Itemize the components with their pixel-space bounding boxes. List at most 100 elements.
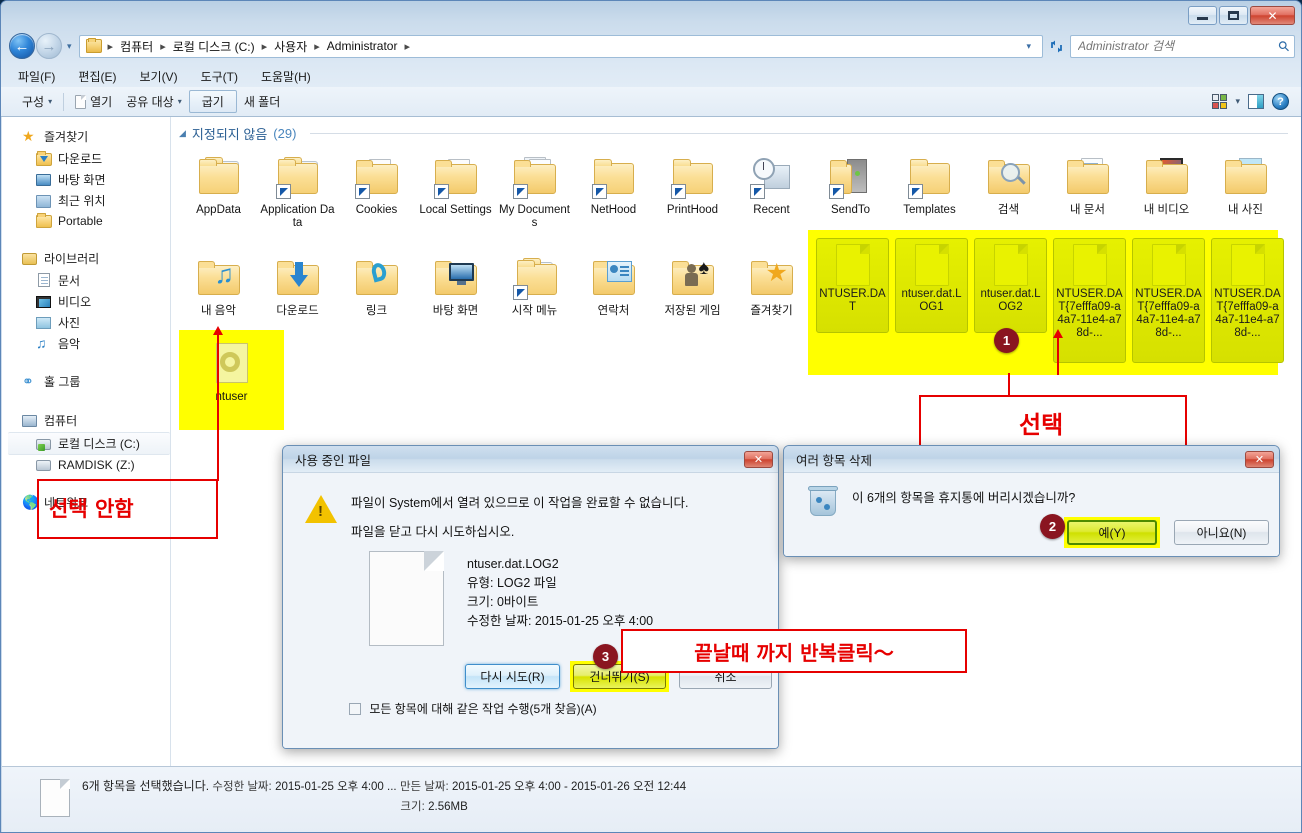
- forward-button[interactable]: →: [36, 33, 62, 59]
- breadcrumb-item-computer[interactable]: 컴퓨터: [117, 37, 156, 56]
- collapse-triangle-icon[interactable]: ◢: [179, 128, 186, 139]
- refresh-icon[interactable]: [1045, 35, 1067, 57]
- my-music-icon: ♫: [195, 254, 243, 302]
- sidebar-item-downloads[interactable]: 다운로드: [2, 148, 170, 169]
- breadcrumb-separator: ▸: [107, 40, 114, 53]
- sidebar-item-favorites[interactable]: ★ 즐겨찾기: [2, 125, 170, 148]
- menu-item-file[interactable]: 파일(F): [15, 66, 58, 87]
- breadcrumb-item-administrator[interactable]: Administrator: [324, 38, 401, 54]
- back-button[interactable]: ←: [9, 33, 35, 59]
- sidebar-item-computer[interactable]: 컴퓨터: [2, 409, 170, 432]
- file-item-favorites[interactable]: ★ 즐겨찾기: [732, 248, 811, 318]
- sidebar-label: 바탕 화면: [58, 173, 106, 187]
- breadcrumb[interactable]: ▸ 컴퓨터 ▸ 로컬 디스크 (C:) ▸ 사용자 ▸ Administrato…: [78, 34, 1043, 58]
- menu-item-tools[interactable]: 도구(T): [198, 66, 241, 87]
- sidebar-item-music[interactable]: ♫ 음악: [2, 333, 170, 354]
- file-item-my-videos-kr[interactable]: 내 비디오: [1127, 147, 1206, 230]
- menu-item-view[interactable]: 보기(V): [136, 66, 180, 87]
- no-button[interactable]: 아니요(N): [1174, 520, 1269, 545]
- file-item-desktop-folder[interactable]: 바탕 화면: [416, 248, 495, 318]
- maximize-button[interactable]: [1219, 6, 1248, 25]
- file-item-cookies[interactable]: Cookies: [337, 147, 416, 230]
- new-folder-button[interactable]: 새 폴더: [237, 90, 287, 113]
- file-item-my-pictures-kr[interactable]: 내 사진: [1206, 147, 1285, 230]
- sidebar-item-recent-places[interactable]: 최근 위치: [2, 190, 170, 211]
- sidebar-item-videos[interactable]: 비디오: [2, 291, 170, 312]
- close-icon[interactable]: ✕: [744, 450, 773, 468]
- file-item-ntuser-dat-guid-3[interactable]: NTUSER.DAT{7efffa09-a4a7-11e4-a78d-...: [1211, 238, 1284, 363]
- dialog-message-line-1: 파일이 System에서 열려 있으므로 이 작업을 완료할 수 없습니다.: [351, 496, 689, 510]
- change-view-icon[interactable]: [1212, 94, 1228, 109]
- breadcrumb-item-local-disk[interactable]: 로컬 디스크 (C:): [170, 37, 258, 56]
- status-text: 6개 항목을 선택했습니다. 수정한 날짜: 2015-01-25 오후 4:0…: [82, 777, 686, 817]
- close-button[interactable]: ✕: [1250, 6, 1295, 25]
- sidebar-item-documents[interactable]: 문서: [2, 270, 170, 291]
- file-item-my-documents-kr[interactable]: 내 문서: [1048, 147, 1127, 230]
- file-item-local-settings[interactable]: Local Settings: [416, 147, 495, 230]
- file-item-saved-games[interactable]: ♠ 저장된 게임: [653, 248, 732, 318]
- chevron-down-icon[interactable]: ▾: [1022, 41, 1039, 52]
- retry-button[interactable]: 다시 시도(R): [465, 664, 560, 689]
- navigation-pane[interactable]: ★ 즐겨찾기 다운로드 바탕 화면 최근 위치 Portable 라이브러리 문…: [2, 117, 171, 766]
- file-item-appdata[interactable]: AppData: [179, 147, 258, 230]
- menu-item-help[interactable]: 도움말(H): [258, 66, 314, 87]
- menu-item-edit[interactable]: 편집(E): [75, 66, 119, 87]
- recent-locations-dropdown[interactable]: ▾: [67, 41, 72, 52]
- file-label: 링크: [365, 305, 388, 317]
- file-item-nethood[interactable]: NetHood: [574, 147, 653, 230]
- minimize-button[interactable]: [1188, 6, 1217, 25]
- file-item-ntuser-dat-guid-2[interactable]: NTUSER.DAT{7efffa09-a4a7-11e4-a78d-...: [1132, 238, 1205, 363]
- organize-button[interactable]: 구성 ▾: [15, 90, 59, 113]
- file-item-downloads[interactable]: 다운로드: [258, 248, 337, 318]
- share-with-button[interactable]: 공유 대상 ▾: [119, 90, 189, 113]
- dialog-file-in-use[interactable]: 사용 중인 파일 ✕ 파일이 System에서 열려 있으므로 이 작업을 완료…: [282, 445, 779, 749]
- apply-to-all-checkbox[interactable]: [349, 703, 361, 715]
- sidebar-label: 비디오: [58, 295, 92, 309]
- annotation-arrow-ntuser-vert: [217, 441, 219, 481]
- computer-icon: [22, 413, 38, 429]
- search-input[interactable]: [1076, 38, 1279, 54]
- file-item-start-menu[interactable]: 시작 메뉴: [495, 248, 574, 318]
- apply-to-all-row[interactable]: 모든 항목에 대해 같은 작업 수행(5개 찾음)(A): [349, 700, 597, 717]
- file-item-ntuser-dat-log1[interactable]: ntuser.dat.LOG1: [895, 238, 968, 333]
- sidebar-item-ramdisk-z[interactable]: RAMDISK (Z:): [2, 455, 170, 475]
- file-item-application-data[interactable]: Application Data: [258, 147, 337, 230]
- file-item-contacts[interactable]: 연락처: [574, 248, 653, 318]
- sidebar-label: RAMDISK (Z:): [58, 458, 135, 472]
- file-item-ntuser-dat-guid-1[interactable]: NTUSER.DAT{7efffa09-a4a7-11e4-a78d-...: [1053, 238, 1126, 363]
- sidebar-item-local-disk-c[interactable]: 로컬 디스크 (C:): [8, 432, 170, 455]
- saved-games-folder-icon: ♠: [669, 254, 717, 302]
- burn-button[interactable]: 굽기: [188, 90, 237, 113]
- close-icon[interactable]: ✕: [1245, 450, 1274, 468]
- search-box[interactable]: ⚲: [1070, 34, 1295, 58]
- annotation-arrow-1-shaft: [1057, 337, 1059, 375]
- file-item-ntuser-dat-log2[interactable]: ntuser.dat.LOG2: [974, 238, 1047, 333]
- group-header-unspecified[interactable]: ◢ 지정되지 않음 (29): [171, 117, 1301, 143]
- file-item-my-documents[interactable]: My Documents: [495, 147, 574, 230]
- breadcrumb-item-users[interactable]: 사용자: [271, 37, 310, 56]
- yes-button[interactable]: 예(Y): [1067, 520, 1157, 545]
- file-item-recent[interactable]: Recent: [732, 147, 811, 230]
- open-button[interactable]: 열기: [68, 90, 119, 113]
- file-item-search[interactable]: 검색: [969, 147, 1048, 230]
- file-label: Application Data: [260, 204, 335, 229]
- sidebar-item-homegroup[interactable]: ⚭ 홀 그룹: [2, 370, 170, 393]
- preview-pane-icon[interactable]: [1248, 94, 1264, 109]
- file-item-ntuser-dat[interactable]: NTUSER.DAT: [816, 238, 889, 333]
- chevron-down-icon[interactable]: ▾: [1235, 96, 1240, 107]
- file-item-printhood[interactable]: PrintHood: [653, 147, 732, 230]
- help-icon[interactable]: ?: [1272, 93, 1289, 110]
- dialog-delete-multiple-items[interactable]: 여러 항목 삭제 ✕ 이 6개의 항목을 휴지통에 버리시겠습니까? 예(Y) …: [783, 445, 1280, 557]
- sidebar-item-portable[interactable]: Portable: [2, 211, 170, 231]
- file-item-ntuser[interactable]: ntuser: [195, 340, 268, 403]
- sidebar-item-pictures[interactable]: 사진: [2, 312, 170, 333]
- drive-icon: [36, 457, 52, 473]
- sidebar-item-desktop[interactable]: 바탕 화면: [2, 169, 170, 190]
- file-item-sendto[interactable]: SendTo: [811, 147, 890, 230]
- sidebar-item-libraries[interactable]: 라이브러리: [2, 247, 170, 270]
- file-item-templates[interactable]: Templates: [890, 147, 969, 230]
- file-item-my-music[interactable]: ♫ 내 음악: [179, 248, 258, 318]
- download-folder-icon: [36, 150, 52, 167]
- file-item-links[interactable]: 링크: [337, 248, 416, 318]
